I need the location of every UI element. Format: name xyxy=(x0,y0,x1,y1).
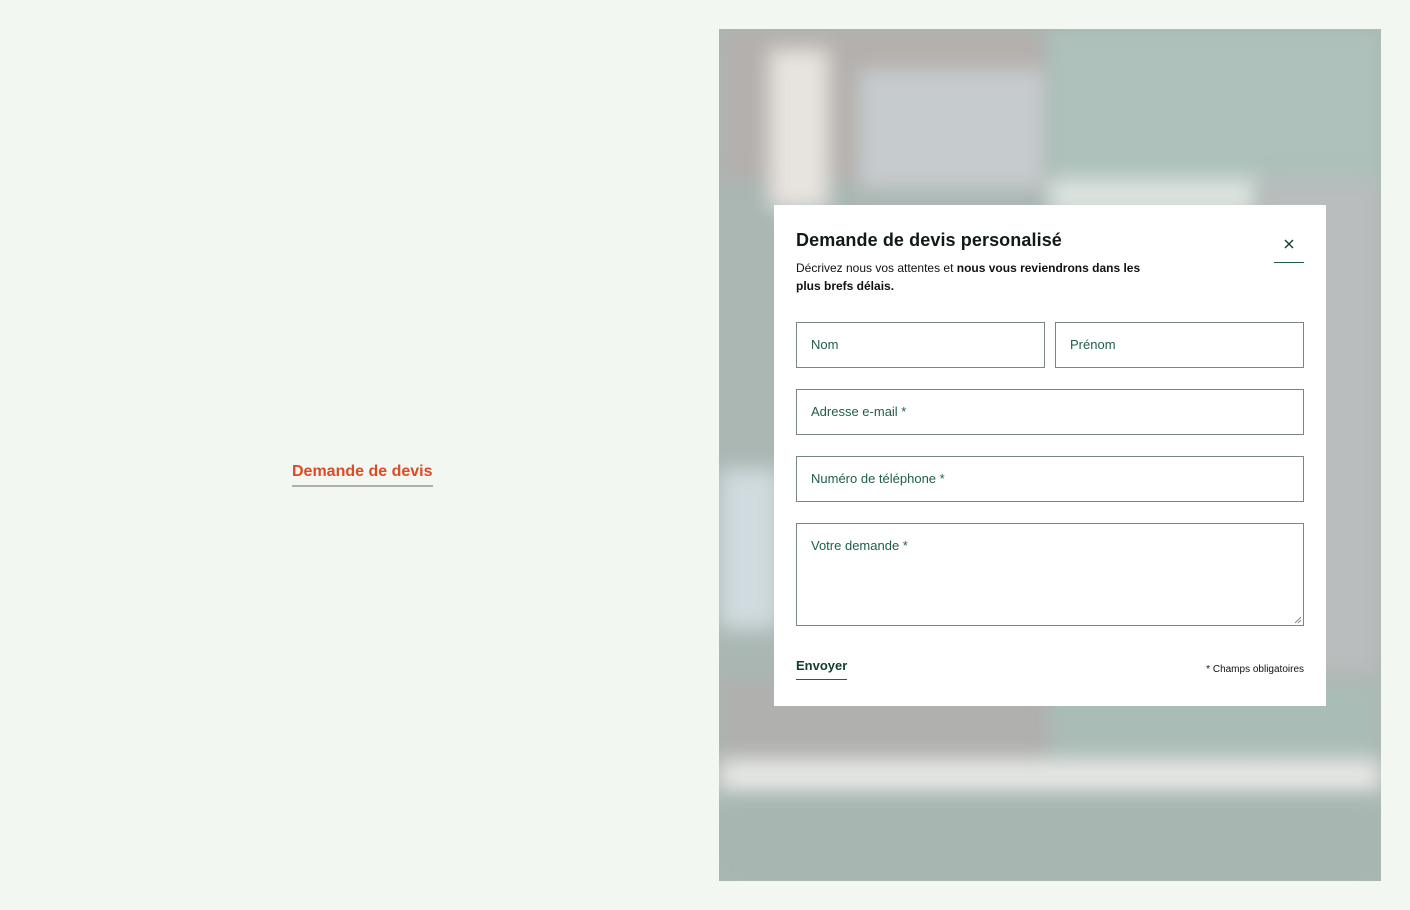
phone-input[interactable]: Numéro de téléphone * xyxy=(796,456,1304,502)
quote-request-modal: Demande de devis personalisé Décrivez no… xyxy=(774,205,1326,706)
demande-textarea[interactable]: Votre demande * xyxy=(796,523,1304,626)
email-placeholder: Adresse e-mail * xyxy=(811,404,907,419)
modal-title: Demande de devis personalisé xyxy=(796,230,1062,250)
required-fields-note: * Champs obligatoires xyxy=(1206,664,1304,675)
description-plain: Décrivez nous vos attentes et xyxy=(796,261,957,275)
prenom-placeholder: Prénom xyxy=(1070,337,1116,352)
demande-placeholder: Votre demande * xyxy=(811,538,908,553)
close-icon xyxy=(1284,239,1294,249)
modal-description: Décrivez nous vos attentes et nous vous … xyxy=(796,259,1156,295)
page: Demande de devis Demande de devis person… xyxy=(0,0,1410,910)
nom-placeholder: Nom xyxy=(811,337,839,352)
prenom-input[interactable]: Prénom xyxy=(1055,322,1304,368)
submit-button[interactable]: Envoyer xyxy=(796,658,848,680)
nom-input[interactable]: Nom xyxy=(796,322,1045,368)
resize-grip-icon[interactable] xyxy=(1294,616,1302,624)
phone-placeholder: Numéro de téléphone * xyxy=(811,471,945,486)
email-input[interactable]: Adresse e-mail * xyxy=(796,389,1304,435)
close-button[interactable] xyxy=(1274,233,1304,263)
quote-request-link[interactable]: Demande de devis xyxy=(292,463,433,487)
